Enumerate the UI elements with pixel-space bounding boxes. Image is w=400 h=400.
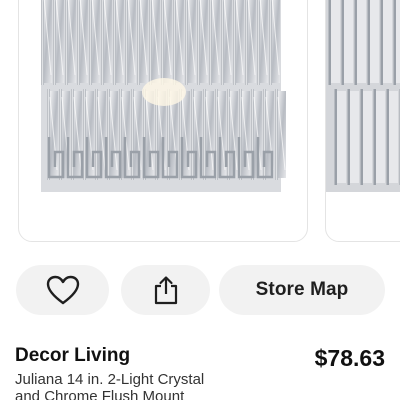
product-image-card-next[interactable] bbox=[325, 0, 400, 242]
favorite-button[interactable] bbox=[16, 265, 109, 315]
product-title: Juliana 14 in. 2-Light Crystal and Chrom… bbox=[15, 371, 255, 400]
product-brand[interactable]: Decor Living bbox=[15, 345, 130, 367]
product-image-card[interactable] bbox=[18, 0, 308, 242]
store-map-button[interactable]: Store Map bbox=[219, 265, 385, 315]
product-image-chandelier-detail bbox=[326, 0, 400, 192]
product-price: $78.63 bbox=[314, 345, 385, 371]
product-image-chandelier bbox=[41, 0, 286, 192]
store-map-label: Store Map bbox=[255, 279, 349, 300]
share-icon bbox=[154, 276, 177, 305]
product-title-line-1: Juliana 14 in. 2-Light Crystal bbox=[15, 371, 205, 388]
product-detail-page: Store Map Decor Living $78.63 Juliana 14… bbox=[0, 0, 400, 400]
image-carousel[interactable] bbox=[0, 0, 400, 252]
heart-icon bbox=[46, 275, 79, 305]
share-button[interactable] bbox=[121, 265, 210, 315]
product-title-line-2: and Chrome Flush Mount bbox=[15, 388, 185, 400]
